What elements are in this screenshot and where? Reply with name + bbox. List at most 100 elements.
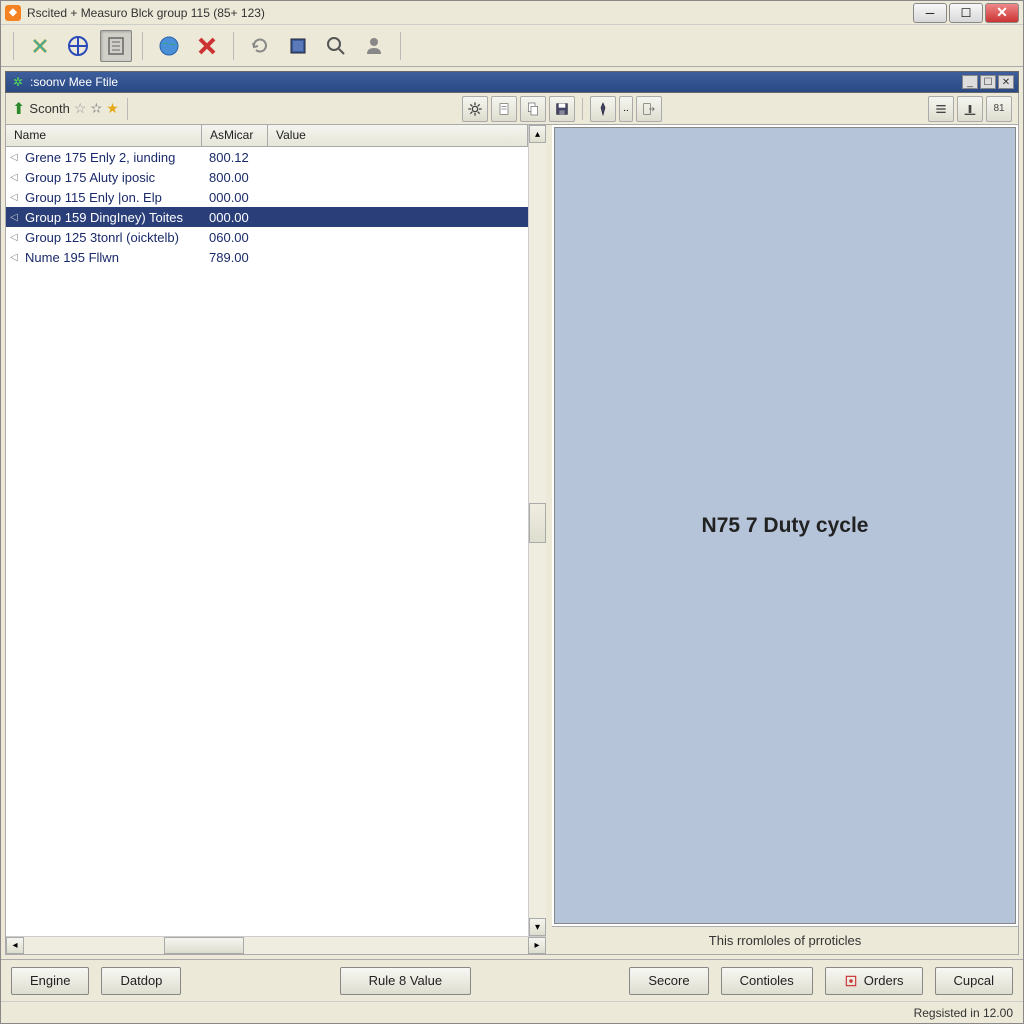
scroll-up-button[interactable]: ▴	[529, 125, 546, 143]
row-marker-icon: ◁	[10, 232, 22, 243]
table-row[interactable]: ◁Grene 175 Enly 2, iunding800.12	[6, 147, 528, 167]
window-controls: ─ ☐ ✕	[913, 3, 1019, 23]
globe-icon[interactable]	[153, 30, 185, 62]
engine-button[interactable]: Engine	[11, 967, 89, 995]
row-name: Group 175 Aluty iposic	[25, 170, 209, 185]
list-lines-icon[interactable]	[928, 96, 954, 122]
star-outline-icon[interactable]: ☆	[74, 100, 87, 117]
scroll-left-button[interactable]: ◂	[6, 937, 24, 954]
maximize-button[interactable]: ☐	[949, 3, 983, 23]
sub-toolbar-label: Sconth	[29, 101, 69, 116]
canvas-label: N75 7 Duty cycle	[702, 514, 869, 538]
row-name: Nume 195 Fllwn	[25, 250, 209, 265]
table-row[interactable]: ◁Group 159 DingIney) Toites000.00	[6, 207, 528, 227]
scroll-down-button[interactable]: ▾	[529, 918, 546, 936]
table-row[interactable]: ◁Group 175 Aluty iposic800.00	[6, 167, 528, 187]
align-bottom-icon[interactable]	[957, 96, 983, 122]
cupcal-button[interactable]: Cupcal	[935, 967, 1013, 995]
row-value: 060.00	[209, 230, 279, 245]
scissors-icon[interactable]	[24, 30, 56, 62]
scroll-right-button[interactable]: ▸	[528, 937, 546, 954]
sub-maximize-button[interactable]: ☐	[980, 75, 996, 89]
vertical-scrollbar[interactable]: ▴ ▾	[528, 125, 546, 936]
exit-icon[interactable]	[636, 96, 662, 122]
right-toolbar-group: 81	[928, 96, 1012, 122]
table-row[interactable]: ◁Group 115 Enly |on. Elp000.00	[6, 187, 528, 207]
window-title: Rscited + Measuro Blck group 115 (85+ 12…	[27, 6, 913, 20]
scroll-thumb[interactable]	[529, 503, 546, 543]
sub-close-button[interactable]: ✕	[998, 75, 1014, 89]
sub-minimize-button[interactable]: _	[962, 75, 978, 89]
secore-label: Secore	[648, 973, 689, 988]
titlebar: ◆ Rscited + Measuro Blck group 115 (85+ …	[1, 1, 1023, 25]
contoles-button[interactable]: Contioles	[721, 967, 813, 995]
app-icon: ◆	[5, 5, 21, 21]
toolbar-separator	[233, 32, 234, 60]
grid-81-icon[interactable]: 81	[986, 96, 1012, 122]
toolbar-separator	[13, 32, 14, 60]
star-filled-icon[interactable]: ★	[106, 100, 119, 117]
left-pane: Name AsMicar Value ◁Grene 175 Enly 2, iu…	[6, 125, 546, 954]
sub-toolbar: ⬆ Sconth ☆ ✫ ★	[5, 93, 1019, 125]
toolbar-separator	[400, 32, 401, 60]
row-value: 800.12	[209, 150, 279, 165]
table-header: Name AsMicar Value	[6, 125, 528, 147]
refresh-icon[interactable]	[244, 30, 276, 62]
toolbar-separator	[582, 98, 583, 120]
main-toolbar	[1, 25, 1023, 67]
table-row[interactable]: ◁Group 125 3tonrl (oicktelb)060.00	[6, 227, 528, 247]
minimize-button[interactable]: ─	[913, 3, 947, 23]
main-window: ◆ Rscited + Measuro Blck group 115 (85+ …	[0, 0, 1024, 1024]
sub-window-title: :soonv Mee Ftile	[30, 75, 962, 89]
gear-icon[interactable]	[462, 96, 488, 122]
close-button[interactable]: ✕	[985, 3, 1019, 23]
row-marker-icon: ◁	[10, 192, 22, 203]
status-bar: Regsisted in 12.00	[1, 1001, 1023, 1023]
column-header-asmicar[interactable]: AsMicar	[202, 125, 268, 146]
copy-icon[interactable]	[520, 96, 546, 122]
sub-toolbar-left: ⬆ Sconth ☆ ✫ ★	[12, 98, 132, 120]
book-icon[interactable]	[282, 30, 314, 62]
search-icon[interactable]	[320, 30, 352, 62]
column-header-name[interactable]: Name	[6, 125, 202, 146]
datdop-button[interactable]: Datdop	[101, 967, 181, 995]
right-pane: N75 7 Duty cycle This rromloles of prrot…	[552, 125, 1018, 954]
row-value: 000.00	[209, 190, 279, 205]
datdop-label: Datdop	[120, 973, 162, 988]
scroll-thumb-h[interactable]	[164, 937, 244, 954]
engine-label: Engine	[30, 973, 70, 988]
rule-label: Rule 8 Value	[369, 973, 442, 988]
column-header-value[interactable]: Value	[268, 125, 528, 146]
user-icon[interactable]	[358, 30, 390, 62]
sub-app-icon: ✲	[10, 74, 26, 90]
row-value: 800.00	[209, 170, 279, 185]
delete-x-icon[interactable]	[191, 30, 223, 62]
content-area: ✲ :soonv Mee Ftile _ ☐ ✕ ⬆ Sconth ☆ ✫ ★	[1, 67, 1023, 959]
table-body[interactable]: ◁Grene 175 Enly 2, iunding800.12◁Group 1…	[6, 147, 528, 936]
pin-icon[interactable]	[590, 96, 616, 122]
globe-crosshair-icon[interactable]	[62, 30, 94, 62]
horizontal-scrollbar[interactable]: ◂ ▸	[6, 936, 546, 954]
scroll-track-h[interactable]	[24, 937, 528, 954]
cupcal-label: Cupcal	[954, 973, 994, 988]
split-pane: Name AsMicar Value ◁Grene 175 Enly 2, iu…	[5, 125, 1019, 955]
scroll-track[interactable]	[529, 143, 546, 918]
rule-value-button[interactable]: Rule 8 Value	[340, 967, 471, 995]
document-list-icon[interactable]	[100, 30, 132, 62]
row-name: Grene 175 Enly 2, iunding	[25, 150, 209, 165]
star-half-icon[interactable]: ✫	[90, 100, 102, 117]
right-footer-text: This rromloles of prroticles	[552, 926, 1018, 954]
more-icon[interactable]: ..	[619, 96, 633, 122]
page-icon[interactable]	[491, 96, 517, 122]
orders-button[interactable]: Orders	[825, 967, 923, 995]
table-row[interactable]: ◁Nume 195 Fllwn789.00	[6, 247, 528, 267]
up-arrow-icon[interactable]: ⬆	[12, 99, 25, 119]
toolbar-separator	[127, 98, 128, 120]
bottom-bar: Engine Datdop Rule 8 Value Secore Contio…	[1, 959, 1023, 1001]
row-value: 789.00	[209, 250, 279, 265]
status-text: Regsisted in 12.00	[914, 1006, 1013, 1020]
row-name: Group 159 DingIney) Toites	[25, 210, 209, 225]
save-icon[interactable]	[549, 96, 575, 122]
secore-button[interactable]: Secore	[629, 967, 708, 995]
row-marker-icon: ◁	[10, 252, 22, 263]
